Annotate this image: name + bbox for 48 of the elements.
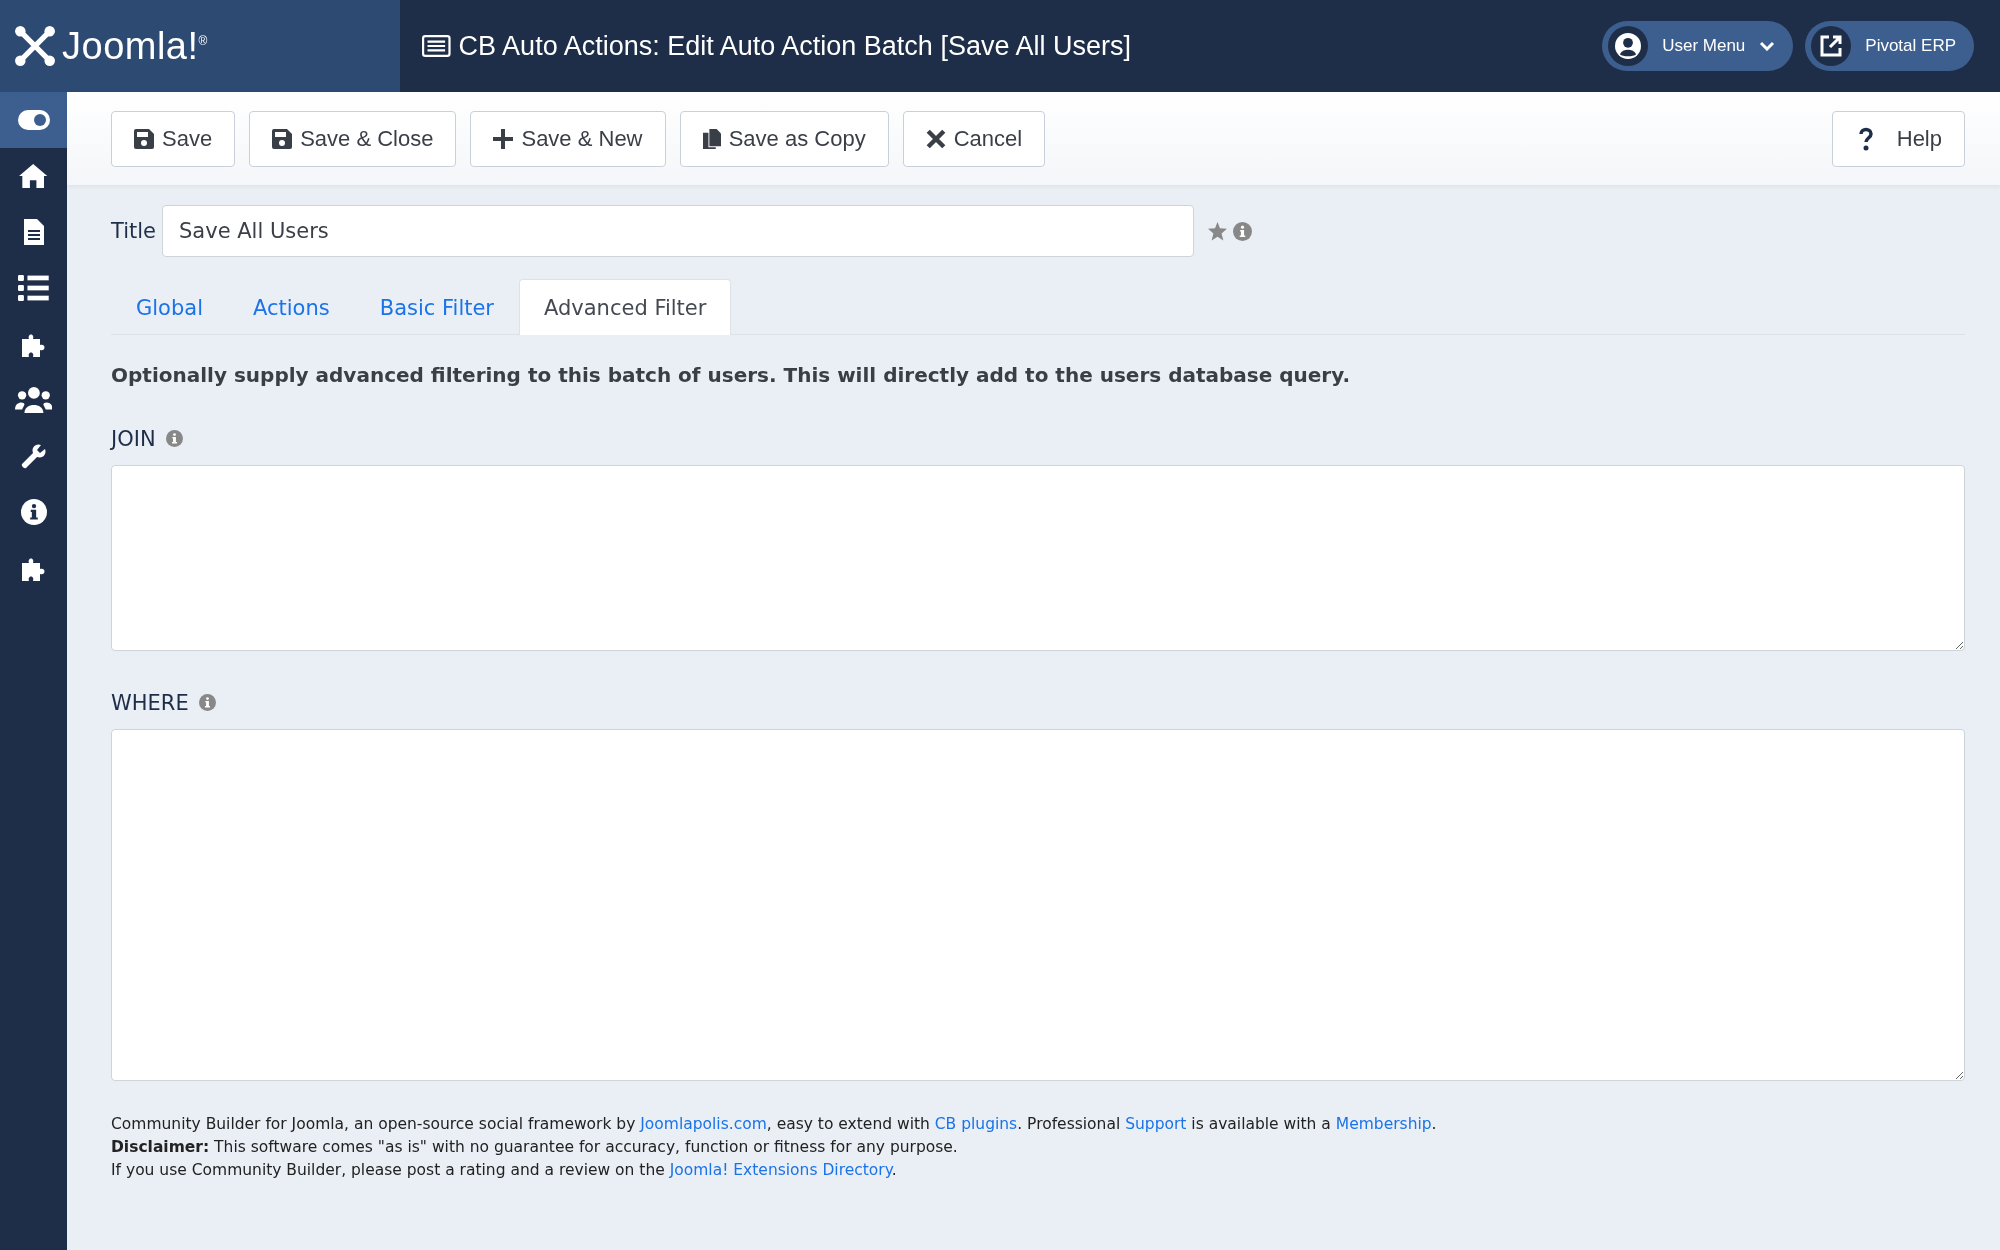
- users-icon: [14, 387, 53, 413]
- wrench-icon: [20, 443, 47, 469]
- toolbar-button[interactable]: Save & New: [470, 110, 666, 167]
- user-menu-button[interactable]: User Menu: [1602, 21, 1794, 71]
- footer-link[interactable]: Joomlapolis.com: [640, 1114, 767, 1133]
- logo-icon: [14, 25, 56, 67]
- site-link-button[interactable]: Pivotal ERP: [1805, 21, 1974, 71]
- user-avatar-icon: [1615, 33, 1642, 59]
- plus-icon: [493, 128, 514, 149]
- footer-link[interactable]: Support: [1125, 1114, 1187, 1133]
- info-icon: [198, 694, 216, 711]
- close-icon: [925, 128, 946, 149]
- footer-link[interactable]: Membership: [1335, 1114, 1432, 1133]
- toolbar-button[interactable]: Cancel: [902, 110, 1046, 167]
- toolbar-button[interactable]: Save & Close: [249, 110, 457, 167]
- toolbar-button[interactable]: Save: [111, 110, 236, 167]
- toggle-icon: [17, 110, 50, 130]
- home-icon: [18, 163, 49, 189]
- tab[interactable]: Actions: [228, 279, 355, 335]
- toolbar-button[interactable]: Save as Copy: [679, 110, 889, 167]
- title-label: Title: [111, 219, 156, 243]
- field-label: JOIN: [111, 426, 156, 451]
- tab[interactable]: Global: [111, 279, 228, 335]
- footer-link[interactable]: Joomla! Extensions Directory: [669, 1160, 892, 1179]
- logo-text: Joomla!$^{®}$: [62, 24, 208, 68]
- footer-link[interactable]: CB plugins: [934, 1114, 1018, 1133]
- list-icon: [18, 275, 49, 301]
- footer-text: Disclaimer: This software comes "as is" with no guarantee for accuracy, function or fitness for any purpose.: [111, 1136, 959, 1158]
- question-mark-icon: [1858, 126, 1873, 151]
- footer-text: If you use Community Builder, please post a rating and a review on the Joomla! Extensions Directory.: [111, 1159, 898, 1181]
- info-icon: [165, 430, 183, 447]
- copy-icon: [702, 128, 721, 149]
- title-input[interactable]: Save All Users: [162, 205, 1194, 257]
- footer-text: Community Builder for Joomla, an open-source social framework by Joomlapolis.com, easy to extend with CB plugins. Professional Support is available with a Membership.: [111, 1113, 1438, 1135]
- window-list-icon: [422, 35, 451, 57]
- help-button[interactable]: Help: [1831, 110, 1965, 167]
- chevron-down-icon: [1759, 41, 1776, 51]
- star-icon: [1208, 221, 1227, 241]
- document-icon: [23, 219, 44, 245]
- description-text: Optionally supply advanced filtering to this batch of users. This will directly add to the users database query.: [111, 362, 1352, 387]
- field-label: WHERE: [111, 690, 189, 715]
- sidebar-button[interactable]: [0, 92, 67, 148]
- tab[interactable]: Advanced Filter: [519, 279, 732, 335]
- external-link-icon: [1819, 34, 1844, 58]
- info-icon: [1233, 221, 1252, 241]
- tab[interactable]: Basic Filter: [354, 279, 519, 335]
- info-icon: [20, 499, 47, 525]
- page-title: CB Auto Actions: Edit Auto Action Batch [Save All Users]: [458, 30, 1131, 62]
